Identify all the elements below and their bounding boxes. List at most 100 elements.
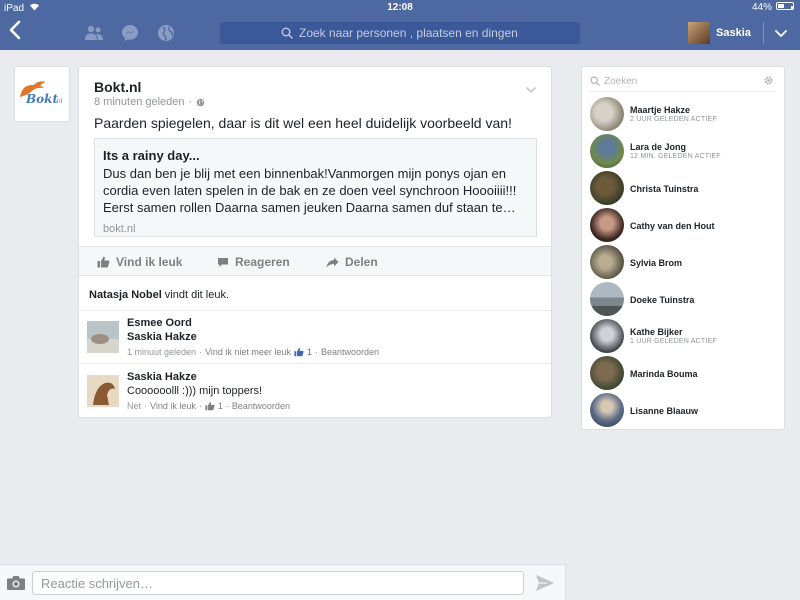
search-input[interactable]: [299, 26, 519, 40]
comment-label: Reageren: [235, 255, 290, 269]
globe-icon: [158, 25, 174, 41]
friend-avatar: [590, 356, 624, 390]
profile-button[interactable]: Saskia: [688, 22, 751, 44]
link-title: Its a rainy day...: [103, 148, 200, 163]
share-label: Delen: [345, 255, 378, 269]
friend-item[interactable]: Kathe Bijker 1 UUR GELEDEN ACTIEF: [590, 319, 780, 353]
friend-name: Doeke Tuinstra: [630, 295, 695, 305]
friend-status: 1 UUR GELEDEN ACTIEF: [630, 338, 717, 345]
friend-name: Kathe Bijker: [630, 327, 683, 337]
svg-text:Bokt: Bokt: [25, 92, 58, 106]
friend-avatar: [590, 97, 624, 131]
comment-unlike-link[interactable]: Vind ik niet meer leuk: [205, 347, 291, 357]
send-icon: [536, 575, 554, 591]
sidebar-search-input[interactable]: [604, 75, 754, 87]
thumbs-up-icon: [205, 401, 215, 411]
messenger-button[interactable]: [120, 24, 140, 42]
nav-divider: [763, 22, 764, 44]
friend-item[interactable]: Maartje Hakze 2 UUR GELEDEN ACTIEF: [590, 97, 780, 131]
post-author[interactable]: Bokt.nl: [94, 79, 141, 95]
friend-item[interactable]: Sylvia Brom: [590, 245, 780, 279]
profile-name: Saskia: [716, 27, 751, 39]
friend-item[interactable]: Marinda Bouma: [590, 356, 780, 390]
friend-name: Sylvia Brom: [630, 258, 683, 268]
friend-avatar: [590, 208, 624, 242]
chevron-left-icon: [9, 20, 21, 40]
profile-avatar: [688, 22, 710, 44]
friend-item[interactable]: Christa Tuinstra: [590, 171, 780, 205]
chat-sidebar: Maartje Hakze 2 UUR GELEDEN ACTIEF Lara …: [581, 66, 785, 430]
friend-avatar: [590, 319, 624, 353]
friend-avatar: [590, 171, 624, 205]
post-options-button[interactable]: [525, 81, 537, 99]
friend-name: Lisanne Blaauw: [630, 406, 699, 416]
comment-like-link[interactable]: Vind ik leuk: [150, 401, 196, 411]
friend-name: Marinda Bouma: [630, 369, 698, 379]
battery-icon: [776, 2, 794, 13]
link-preview[interactable]: Its a rainy day... Dus dan ben je blij m…: [94, 138, 537, 237]
search-icon: [590, 76, 600, 86]
post-text: Paarden spiegelen, daar is dit wel een h…: [94, 115, 512, 131]
friend-avatar: [590, 282, 624, 316]
search-icon: [281, 27, 293, 39]
post-actions: Vind ik leuk Reageren Delen: [79, 246, 551, 276]
comment-author[interactable]: Esmee Oord: [127, 317, 192, 329]
comment-time[interactable]: Net: [127, 401, 141, 411]
sidebar-search[interactable]: [590, 72, 776, 90]
friend-avatar: [590, 393, 624, 427]
search-bar[interactable]: [220, 22, 580, 44]
attach-photo-button[interactable]: [6, 575, 26, 596]
liker-name[interactable]: Natasja Nobel: [89, 289, 162, 301]
friends-icon: [85, 25, 103, 40]
battery-percentage: 44%: [751, 2, 772, 13]
thumbs-up-icon: [97, 256, 110, 268]
top-bar: iPad 12:08 44% Zoek naar personen , plaa…: [0, 0, 800, 50]
chevron-down-icon: [775, 30, 787, 38]
comment-icon: [218, 257, 228, 267]
friend-item[interactable]: Cathy van den Hout: [590, 208, 780, 242]
friend-name: Maartje Hakze: [630, 105, 691, 115]
link-domain: bokt.nl: [103, 223, 136, 235]
comment-button[interactable]: Reageren: [217, 255, 290, 269]
friend-item[interactable]: Lisanne Blaauw: [590, 393, 780, 427]
comment-input[interactable]: [32, 571, 524, 595]
friend-item[interactable]: Doeke Tuinstra: [590, 282, 780, 316]
notifications-button[interactable]: [156, 24, 176, 42]
clock: 12:08: [387, 2, 413, 13]
share-button[interactable]: Delen: [326, 255, 378, 269]
comment-avatar[interactable]: [87, 321, 119, 353]
likes-summary: Natasja Nobel vindt dit leuk.: [89, 289, 229, 301]
comment-reply-link[interactable]: Beantwoorden: [232, 401, 290, 411]
comment-time[interactable]: 1 minuut geleden: [127, 347, 196, 357]
friend-status: 12 MIN. GELEDEN ACTIEF: [630, 153, 721, 160]
friend-requests-button[interactable]: [84, 24, 104, 42]
comment-text[interactable]: Saskia Hakze: [127, 331, 197, 343]
like-button[interactable]: Vind ik leuk: [97, 255, 182, 269]
sidebar-settings-button[interactable]: [763, 73, 774, 91]
comment-avatar[interactable]: [87, 375, 119, 407]
post-time[interactable]: 8 minuten geleden: [94, 96, 185, 108]
send-button[interactable]: [535, 574, 555, 597]
comment-like-count[interactable]: 1: [307, 347, 312, 357]
svg-text:.nl: .nl: [55, 98, 63, 105]
comment-text: Coooooolll :))) mijn toppers!: [127, 385, 263, 397]
friend-avatar: [590, 245, 624, 279]
comment-item: Esmee Oord Saskia Hakze 1 minuut geleden…: [87, 317, 547, 365]
page-avatar[interactable]: Bokt .nl: [14, 66, 70, 122]
thumbs-up-icon: [294, 347, 304, 357]
comment-reply-link[interactable]: Beantwoorden: [321, 347, 379, 357]
post-card: Bokt.nl 8 minuten geleden · Paarden spie…: [78, 66, 552, 418]
gear-icon: [764, 76, 773, 85]
back-button[interactable]: [8, 20, 28, 44]
friend-name: Lara de Jong: [630, 142, 687, 152]
comment-author[interactable]: Saskia Hakze: [127, 371, 197, 383]
comment-like-count[interactable]: 1: [218, 401, 223, 411]
comment-divider: [79, 363, 551, 364]
camera-icon: [7, 576, 25, 590]
menu-button[interactable]: [774, 26, 788, 44]
nav-bar: Saskia: [0, 16, 800, 50]
likes-suffix: vindt dit leuk.: [161, 289, 230, 301]
comment-item: Saskia Hakze Coooooolll :))) mijn topper…: [87, 371, 547, 419]
comment-divider: [79, 310, 551, 311]
friend-item[interactable]: Lara de Jong 12 MIN. GELEDEN ACTIEF: [590, 134, 780, 168]
